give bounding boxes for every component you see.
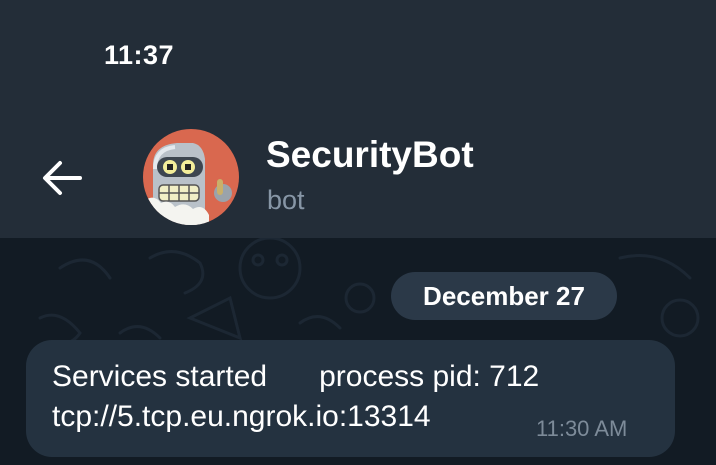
arrow-left-icon bbox=[43, 161, 82, 195]
back-button[interactable] bbox=[36, 152, 88, 204]
status-bar-time: 11:37 bbox=[104, 40, 175, 70]
bender-avatar-image bbox=[143, 129, 239, 225]
message-text-line-2: tcp://5.tcp.eu.ngrok.io:13314 bbox=[52, 400, 431, 433]
chat-header: 11:37 SecurityBot bot bbox=[0, 0, 716, 238]
bot-avatar[interactable] bbox=[143, 129, 239, 225]
message-text-part-1: Services started bbox=[52, 360, 268, 393]
chat-messages-area[interactable]: December 27 Services started process pid:… bbox=[0, 238, 716, 465]
chat-title[interactable]: SecurityBot bbox=[266, 134, 474, 176]
chat-subtitle: bot bbox=[267, 185, 305, 215]
telegram-chat-screen: 11:37 SecurityBot bot December 27 Servic… bbox=[0, 0, 716, 465]
message-bubble[interactable]: Services started process pid: 712 tcp://5… bbox=[26, 340, 675, 457]
message-timestamp: 11:30 AM bbox=[536, 416, 628, 441]
message-text-line-1: Services started process pid: 712 bbox=[52, 360, 539, 394]
date-separator: December 27 bbox=[391, 272, 617, 320]
message-text-part-2: process pid: 712 bbox=[319, 360, 540, 393]
